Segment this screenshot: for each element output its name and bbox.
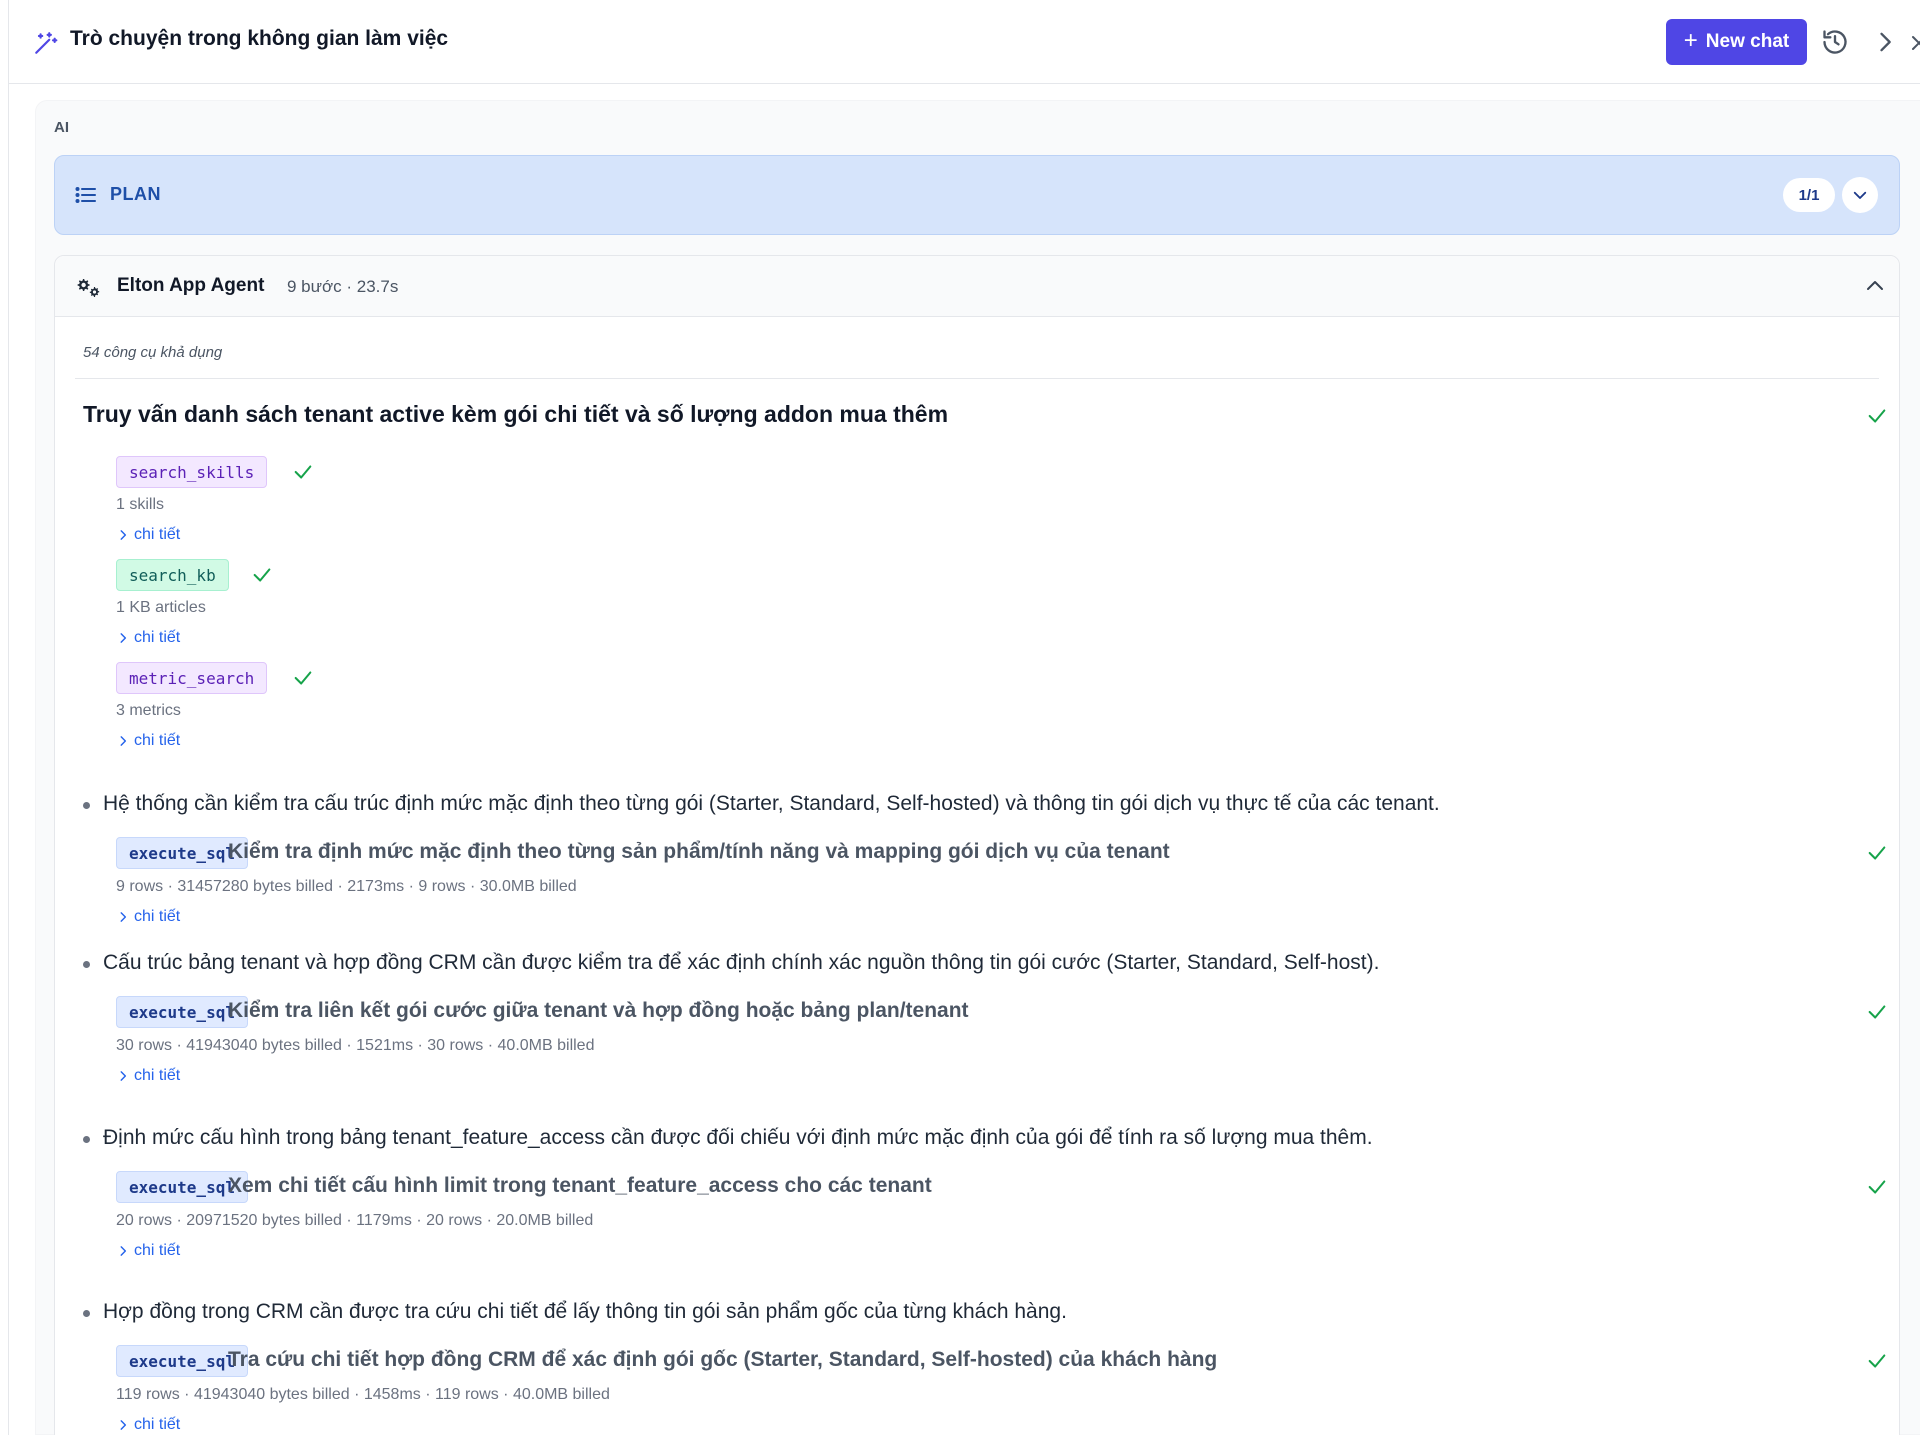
magic-wand-icon <box>35 32 58 54</box>
agent-meta: 9 bước · 23.7s <box>287 277 399 296</box>
detail-toggle[interactable]: chi tiết <box>116 1416 180 1434</box>
agent-header[interactable]: Elton App Agent 9 bước · 23.7s <box>55 256 1899 317</box>
tool-result: 9 rows · 31457280 bytes billed · 2173ms … <box>116 878 577 895</box>
chevron-right-icon <box>120 1420 127 1430</box>
detail-label: chi tiết <box>134 732 181 749</box>
page-title: Trò chuyện trong không gian làm việc <box>70 27 449 50</box>
top-bar: Trò chuyện trong không gian làm việc + N… <box>9 0 1920 84</box>
detail-label: chi tiết <box>134 908 181 925</box>
sql-description: Kiểm tra liên kết gói cước giữa tenant v… <box>228 999 969 1022</box>
chat-panel: Trò chuyện trong không gian làm việc + N… <box>8 0 1920 1435</box>
agent-card: Elton App Agent 9 bước · 23.7s 54 công c… <box>54 255 1900 1435</box>
tool-result: 20 rows · 20971520 bytes billed · 1179ms… <box>116 1212 594 1229</box>
tool-tag-search-skills: search_skills <box>116 456 268 488</box>
sql-description: Xem chi tiết cấu hình limit trong tenant… <box>228 1174 932 1197</box>
detail-toggle[interactable]: chi tiết <box>116 732 180 750</box>
detail-toggle[interactable]: chi tiết <box>116 526 180 544</box>
tools-available-text: 54 công cụ khả dụng <box>83 344 223 361</box>
detail-label: chi tiết <box>134 1067 181 1084</box>
check-icon <box>1868 409 1886 423</box>
sql-description: Kiểm tra định mức mặc định theo từng sản… <box>228 840 1170 863</box>
role-label: AI <box>54 119 69 136</box>
plan-label: PLAN <box>110 184 161 204</box>
chevron-right-icon <box>120 1246 127 1256</box>
check-icon <box>294 465 312 479</box>
tool-result: 30 rows · 41943040 bytes billed · 1521ms… <box>116 1037 595 1054</box>
step-text: Định mức cấu hình trong bảng tenant_feat… <box>103 1126 1373 1149</box>
bullet <box>83 961 90 968</box>
plan-bar[interactable]: PLAN 1/1 <box>54 155 1900 235</box>
detail-label: chi tiết <box>134 629 181 646</box>
divider <box>75 378 1879 379</box>
plan-expand-button[interactable] <box>1842 177 1878 213</box>
history-icon[interactable] <box>1821 28 1849 56</box>
check-icon <box>253 568 271 582</box>
check-icon <box>1868 1180 1886 1194</box>
chevron-right-icon <box>120 530 127 540</box>
plan-step-count: 1/1 <box>1783 178 1835 212</box>
chevron-right-icon <box>120 912 127 922</box>
step-text: Hệ thống cần kiểm tra cấu trúc định mức … <box>103 792 1440 815</box>
chevron-right-icon <box>120 633 127 643</box>
detail-label: chi tiết <box>134 1416 181 1433</box>
plus-icon: + <box>1683 27 1698 54</box>
tool-tag-search-kb: search_kb <box>116 559 229 591</box>
chevron-down-icon <box>1853 191 1867 199</box>
new-chat-button[interactable]: + New chat <box>1666 19 1807 65</box>
sql-description: Tra cứu chi tiết hợp đồng CRM để xác địn… <box>228 1348 1218 1371</box>
chevron-right-icon <box>120 736 127 746</box>
check-icon <box>294 671 312 685</box>
bullet <box>83 1136 90 1143</box>
tool-tag-metric-search: metric_search <box>116 662 268 694</box>
detail-label: chi tiết <box>134 526 181 543</box>
gears-icon <box>77 279 100 297</box>
bullet <box>83 1310 90 1317</box>
tool-result: 119 rows · 41943040 bytes billed · 1458m… <box>116 1386 610 1403</box>
check-icon <box>1868 1005 1886 1019</box>
detail-toggle[interactable]: chi tiết <box>116 629 180 647</box>
chevron-right-icon[interactable] <box>1871 28 1899 56</box>
chevron-right-icon <box>120 1071 127 1081</box>
detail-toggle[interactable]: chi tiết <box>116 908 180 926</box>
list-icon <box>75 187 96 203</box>
detail-toggle[interactable]: chi tiết <box>116 1242 180 1260</box>
agent-name: Elton App Agent <box>117 275 265 296</box>
chevron-up-icon[interactable] <box>1863 274 1887 298</box>
step-text: Cấu trúc bảng tenant và hợp đồng CRM cần… <box>103 951 1380 974</box>
detail-toggle[interactable]: chi tiết <box>116 1067 180 1085</box>
tool-result: 1 KB articles <box>116 599 206 616</box>
task-title: Truy vấn danh sách tenant active kèm gói… <box>83 401 949 427</box>
check-icon <box>1868 846 1886 860</box>
detail-label: chi tiết <box>134 1242 181 1259</box>
close-icon[interactable] <box>1909 28 1920 56</box>
tool-result: 1 skills <box>116 496 165 513</box>
message-area[interactable]: AI PLAN 1/1 Elton App Agent 9 bước · 23.… <box>35 100 1920 1435</box>
tool-result: 3 metrics <box>116 702 181 719</box>
check-icon <box>1868 1354 1886 1368</box>
bullet <box>83 802 90 809</box>
new-chat-label: New chat <box>1705 31 1790 52</box>
step-text: Hợp đồng trong CRM cần được tra cứu chi … <box>103 1300 1067 1323</box>
